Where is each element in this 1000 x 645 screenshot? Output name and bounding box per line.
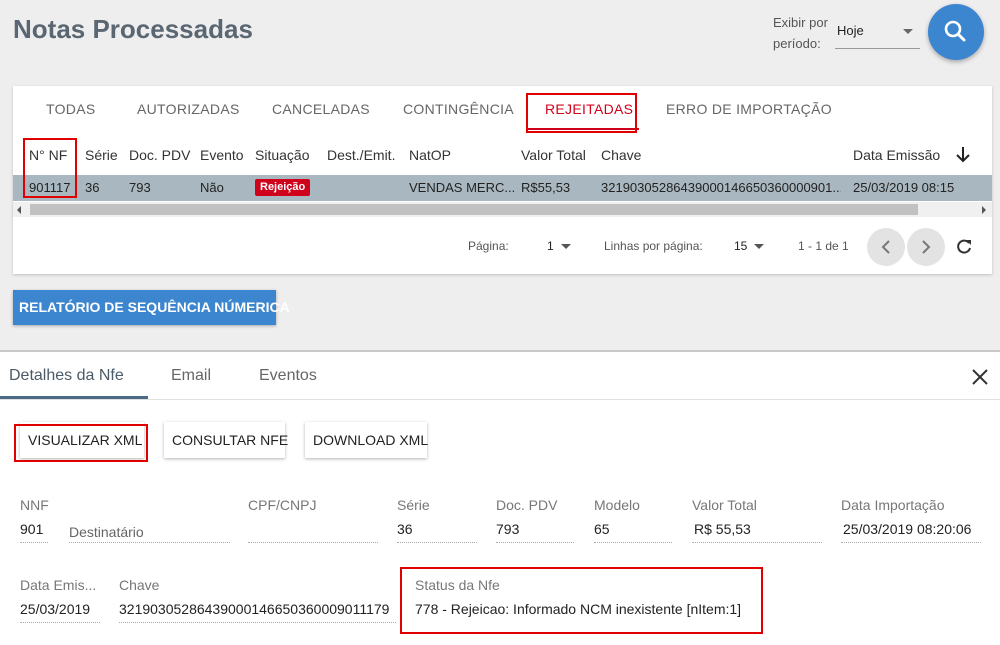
nnf-label: NNF <box>20 497 49 513</box>
tab-eventos[interactable]: Eventos <box>259 367 317 385</box>
chave-underline <box>119 622 396 623</box>
chevron-left-icon <box>881 240 890 254</box>
cell-data-emissao: 25/03/2019 08:15 <box>853 180 955 195</box>
col-header-serie[interactable]: Série <box>85 147 118 163</box>
highlight-box-nnf <box>23 138 77 198</box>
tab-autorizadas[interactable]: AUTORIZADAS <box>137 101 240 117</box>
highlight-box-status <box>400 567 763 634</box>
cell-valor-total: R$55,53 <box>521 180 571 195</box>
modelo-underline <box>594 542 672 543</box>
report-sequence-button[interactable]: RELATÓRIO DE SEQUÊNCIA NÚMERICA <box>13 290 290 325</box>
valor-total-value: R$ 55,53 <box>694 521 751 537</box>
page-title: Notas Processadas <box>13 14 253 44</box>
modelo-label: Modelo <box>594 497 640 513</box>
highlight-box-tab <box>526 93 637 133</box>
prev-page-button[interactable] <box>867 228 905 266</box>
doc-pdv-value: 793 <box>496 521 520 537</box>
chevron-right-icon <box>922 240 931 254</box>
tab-detalhes-nfe[interactable]: Detalhes da Nfe <box>9 367 124 385</box>
tab-email[interactable]: Email <box>171 367 211 385</box>
col-header-valor-total[interactable]: Valor Total <box>521 147 586 163</box>
rows-per-page-select[interactable]: 15 <box>734 239 747 253</box>
chave-value: 32190305286439000146650360009011179 <box>119 601 390 617</box>
pagination-page-select[interactable]: 1 <box>547 239 554 253</box>
rows-chevron-down-icon[interactable] <box>754 244 764 249</box>
cell-serie: 36 <box>85 180 100 195</box>
data-importacao-value: 25/03/2019 08:20:06 <box>843 521 972 537</box>
pagination-rows-label: Linhas por página: <box>604 239 703 253</box>
search-icon <box>944 20 966 42</box>
tab-erro-importacao[interactable]: ERRO DE IMPORTAÇÃO <box>666 101 832 117</box>
cell-evento: Não <box>200 180 224 195</box>
download-xml-button[interactable]: DOWNLOAD XML <box>305 422 428 458</box>
tab-canceladas[interactable]: CANCELADAS <box>272 101 370 117</box>
col-header-situacao[interactable]: Situação <box>255 147 309 163</box>
search-button[interactable] <box>928 4 984 60</box>
details-tab-divider <box>0 399 1000 400</box>
cell-doc-pdv: 793 <box>129 180 151 195</box>
page-chevron-down-icon[interactable] <box>561 244 571 249</box>
valor-total-label: Valor Total <box>692 497 757 513</box>
col-header-natop[interactable]: NatOP <box>409 147 451 163</box>
serie-value: 36 <box>397 521 413 537</box>
cell-chave: 32190305286439000146650360000901... <box>601 180 841 195</box>
tab-contingencia[interactable]: CONTINGÊNCIA <box>403 101 514 117</box>
scroll-left-icon[interactable] <box>17 206 21 214</box>
doc-pdv-underline <box>496 542 574 543</box>
tab-todas[interactable]: TODAS <box>46 101 95 117</box>
col-header-doc-pdv[interactable]: Doc. PDV <box>129 147 190 163</box>
pagination-page-label: Página: <box>468 239 509 253</box>
scroll-right-icon[interactable] <box>982 206 986 214</box>
col-header-evento[interactable]: Evento <box>200 147 244 163</box>
modelo-value: 65 <box>594 521 610 537</box>
refresh-icon[interactable] <box>955 238 973 261</box>
col-header-dest-emit[interactable]: Dest./Emit. <box>327 147 395 163</box>
serie-label: Série <box>397 497 430 513</box>
destinatario-underline <box>69 542 230 543</box>
highlight-box-view-xml <box>14 424 148 462</box>
chevron-down-icon[interactable] <box>903 29 913 34</box>
pagination-range: 1 - 1 de 1 <box>798 239 849 253</box>
data-importacao-underline <box>841 542 981 543</box>
data-emissao-label: Data Emis... <box>20 577 97 593</box>
nnf-underline <box>20 542 48 543</box>
cpf-cnpj-label: CPF/CNPJ <box>248 497 317 513</box>
nnf-value: 901 <box>20 521 44 537</box>
consult-nfe-button[interactable]: CONSULTAR NFE <box>164 422 288 458</box>
next-page-button[interactable] <box>907 228 945 266</box>
valor-total-underline <box>692 542 822 543</box>
close-icon[interactable] <box>970 367 990 392</box>
cpf-cnpj-underline <box>248 542 378 543</box>
sort-arrow-down-icon[interactable] <box>953 145 973 170</box>
col-header-chave[interactable]: Chave <box>601 147 641 163</box>
data-importacao-label: Data Importação <box>841 497 945 513</box>
chave-label: Chave <box>119 577 160 593</box>
destinatario-label: Destinatário <box>69 524 144 540</box>
scrollbar-thumb[interactable] <box>30 204 918 215</box>
data-emissao-underline <box>20 622 100 623</box>
doc-pdv-label: Doc. PDV <box>496 497 558 513</box>
serie-underline <box>397 542 477 543</box>
status-badge: Rejeição <box>255 179 311 196</box>
period-label: Exibir por período: <box>773 15 828 51</box>
cell-natop: VENDAS MERC... <box>409 180 516 195</box>
col-header-data-emissao[interactable]: Data Emissão <box>853 147 940 163</box>
data-emissao-value: 25/03/2019 <box>20 601 91 617</box>
